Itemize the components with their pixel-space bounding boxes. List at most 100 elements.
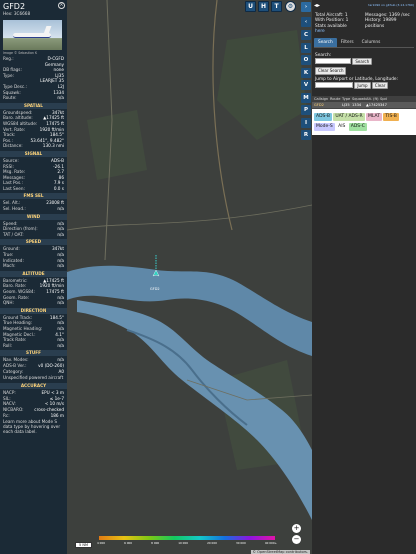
fms-list: Sel. Alt.: 23008 ft Sel. Head.: n/a — [0, 200, 67, 211]
column-header[interactable]: Type — [340, 97, 350, 101]
map-side-button-c[interactable]: C — [301, 30, 311, 40]
section-altitude: ALTITUDE — [0, 270, 67, 277]
altitude-legend-labels: 4 000 6 000 8 000 10 000 20 000 30 000 40 000+ — [97, 541, 277, 545]
altitude-legend-label: 20 000 — [207, 541, 217, 545]
map-button-h[interactable]: H — [258, 1, 269, 12]
version-link[interactable]: tar1090 on github (3.14.1760) — [368, 3, 414, 7]
altitude-legend-bar — [99, 536, 275, 540]
map-side-button-i[interactable]: I — [301, 117, 311, 128]
settings-gear-icon[interactable]: ⚙ — [285, 1, 296, 12]
aircraft-list-panel: ◂▸ tar1090 on github (3.14.1760) Total A… — [312, 0, 416, 554]
accuracy-list: NACP: EPU < 3 m SIL: ≤ 1e-7 NACV: < 10 m/s NIC… — [0, 390, 67, 418]
tab-filters[interactable]: Filters — [337, 38, 358, 47]
source-badge: ADS-B — [314, 113, 332, 122]
collapse-arrow-icon[interactable]: › — [301, 2, 311, 12]
aircraft-callsign: GFD2 — [3, 2, 26, 11]
jump-input[interactable] — [315, 82, 353, 89]
wind-value: n/a — [57, 231, 64, 237]
spatial-label: Distance: — [3, 143, 23, 149]
section-spatial: SPATIAL — [0, 102, 67, 109]
altitude-legend-label: 6 000 — [124, 541, 133, 545]
cell-squawk: 1334 — [352, 103, 362, 108]
speed-row: Mach: n/a — [0, 263, 67, 269]
accuracy-value: 186 m — [50, 412, 64, 418]
altitude-legend-label: 8 000 — [151, 541, 160, 545]
map-side-button-v[interactable]: V — [301, 80, 311, 90]
back-arrow-icon[interactable]: ‹ — [301, 17, 311, 27]
stuff-value: A0 — [58, 368, 64, 374]
map-side-button-r[interactable]: R — [301, 130, 311, 140]
panel-tabs: Search Filters Columns — [314, 37, 414, 48]
source-badge: MLAT — [366, 113, 382, 122]
cell-alt: ▲17425 — [366, 103, 381, 108]
aircraft-label: GFD2 — [150, 287, 160, 291]
zoom-out-button[interactable]: − — [292, 535, 301, 544]
zoom-in-button[interactable]: + — [292, 524, 301, 533]
aircraft-table-body: GFD2 LJ35 1334 ▲17425 347 — [312, 102, 416, 110]
map-side-button-l[interactable]: L — [301, 42, 311, 53]
map-attribution[interactable]: © OpenStreetMap contributors. — [250, 550, 310, 554]
clear-jump-button[interactable]: Clear — [371, 81, 389, 90]
stuff-list: Nav. Modes: n/a ADS-B Ver.: v0 (DO-260) Cate… — [0, 357, 67, 374]
search-button[interactable]: Search — [352, 57, 373, 66]
map-side-button-o[interactable]: O — [301, 55, 311, 65]
general-section: Reg.: D-CGFD Germany DB flags: none Type: LJ35… — [0, 56, 67, 101]
spatial-row: Distance: 130.3 nmi — [0, 143, 67, 149]
close-icon[interactable]: × — [58, 2, 65, 9]
column-header[interactable]: Route — [328, 97, 340, 101]
section-accuracy: ACCURACY — [0, 383, 67, 390]
altitude-legend-label: 4 000 — [97, 541, 106, 545]
source-badge: UAT / ADS-R — [333, 113, 365, 122]
fms-label: Sel. Head.: — [3, 206, 26, 212]
table-row[interactable]: GFD2 LJ35 1334 ▲17425 347 — [312, 102, 416, 110]
tab-columns[interactable]: Columns — [358, 38, 385, 47]
column-header[interactable]: Callsign — [312, 97, 328, 101]
map-side-button-k[interactable]: K — [301, 67, 311, 78]
source-badge: AIS — [336, 123, 348, 132]
signal-label: Last Seen: — [3, 185, 25, 191]
tab-search[interactable]: Search — [314, 37, 337, 47]
map-button-u[interactable]: U — [245, 1, 256, 12]
general-label: Route: — [3, 95, 17, 101]
map-canvas[interactable]: GFD2 — [67, 0, 312, 554]
section-direction: DIRECTION — [0, 307, 67, 314]
aircraft-photo[interactable] — [3, 20, 62, 50]
altitude-legend-label: 40 000+ — [264, 541, 277, 545]
fms-row: Sel. Head.: n/a — [0, 206, 67, 212]
section-signal: SIGNAL — [0, 150, 67, 157]
general-value: n/a — [57, 95, 64, 101]
map-side-button-m[interactable]: M — [301, 92, 311, 103]
clear-search-button[interactable]: Clear Search — [315, 67, 347, 75]
column-header[interactable]: Squawk — [350, 97, 366, 101]
search-input[interactable] — [315, 58, 351, 65]
accuracy-label: Rc: — [3, 412, 10, 418]
signal-value: 0.0 s — [53, 185, 64, 191]
aircraft-hex: Hex: 3C6668 — [3, 11, 31, 16]
stats-link[interactable]: here — [315, 29, 325, 34]
wind-label: TAT / OAT: — [3, 231, 24, 237]
map-button-t[interactable]: T — [271, 1, 282, 12]
general-label: Type: — [3, 72, 15, 78]
search-form: Search: Search Clear Search Jump to Airp… — [312, 48, 416, 93]
speed-list: Ground: 347kt True: n/a Indicated: n/a Mach: n/… — [0, 246, 67, 268]
panel-toggle-icon[interactable]: ◂▸ — [314, 2, 320, 9]
source-badge: TIS-B — [383, 113, 399, 122]
column-header[interactable]: Spd — [378, 97, 388, 101]
speed-label: Mach: — [3, 263, 16, 269]
map-view[interactable]: GFD2 U H T ⚙ + − 4 000 6 000 8 000 10 000 20… — [67, 0, 312, 554]
map-side-button-p[interactable]: P — [301, 105, 311, 115]
spatial-value: 130.3 nmi — [42, 143, 64, 149]
altitude-list: Barometric: ▲17425 ft Baro. Rate: 1920 ft/m… — [0, 278, 67, 306]
aircraft-info-panel: × GFD2 Hex: 3C6668 Image © Sebastian K R… — [0, 0, 67, 554]
column-header[interactable]: Alt. (ft) — [364, 97, 379, 101]
section-stuff: STUFF — [0, 350, 67, 357]
speed-value: n/a — [57, 263, 64, 269]
direction-row: Roll: n/a — [0, 343, 67, 349]
altitude-legend-label: 10 000 — [178, 541, 189, 545]
section-fms: FMS SEL — [0, 193, 67, 200]
cell-type: LJ35 — [342, 103, 350, 108]
wind-row: TAT / OAT: n/a — [0, 232, 67, 238]
fms-value: n/a — [57, 206, 64, 212]
jump-button[interactable]: Jump — [354, 81, 371, 90]
wind-list: Speed: n/a Direction (from): n/a TAT / OAT: n… — [0, 221, 67, 238]
